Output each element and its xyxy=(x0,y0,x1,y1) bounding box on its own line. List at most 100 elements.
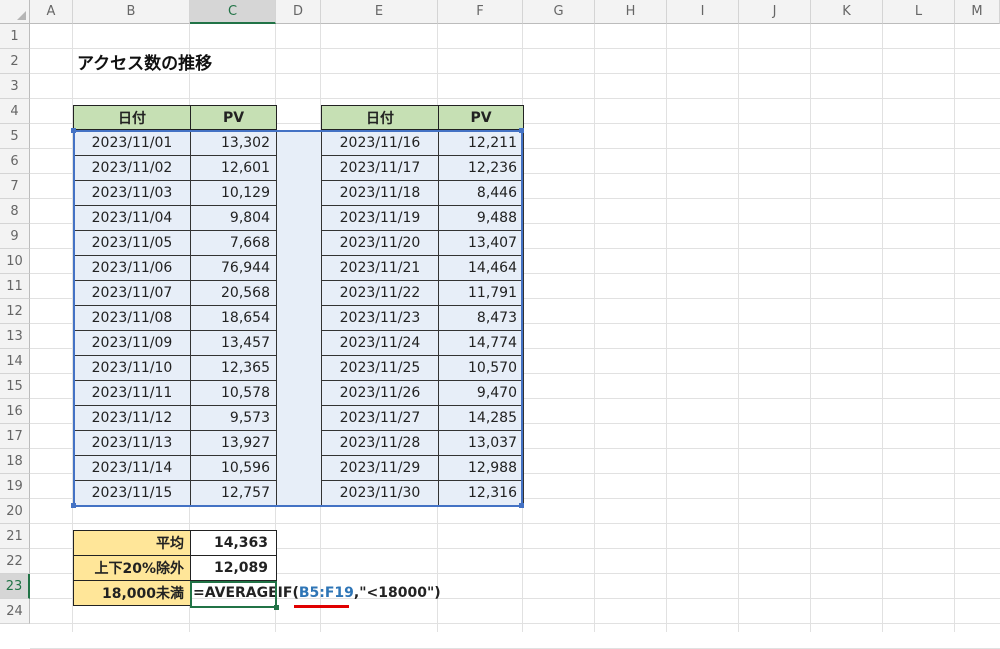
left_table-date-cell[interactable]: 2023/11/13 xyxy=(73,430,191,456)
summary-value[interactable]: 14,363 xyxy=(190,530,277,556)
range-resize-handle[interactable] xyxy=(519,503,524,508)
formula-editor[interactable]: =AVERAGEIF(B5:F19 ,"<18000") xyxy=(190,580,441,606)
summary-label[interactable]: 上下20%除外 xyxy=(73,555,191,581)
right_table-pv-cell[interactable]: 10,570 xyxy=(438,355,524,381)
right_table-date-cell[interactable]: 2023/11/25 xyxy=(321,355,439,381)
column-header-i[interactable]: I xyxy=(667,0,739,24)
summary-label[interactable]: 平均 xyxy=(73,530,191,556)
row-header-19[interactable]: 19 xyxy=(0,474,30,499)
row-header-1[interactable]: 1 xyxy=(0,24,30,49)
range-resize-handle[interactable] xyxy=(71,128,76,133)
row-header-11[interactable]: 11 xyxy=(0,274,30,299)
right_table-pv-cell[interactable]: 11,791 xyxy=(438,280,524,306)
right_table-pv-cell[interactable]: 9,470 xyxy=(438,380,524,406)
select-all-corner[interactable] xyxy=(0,0,30,24)
row-header-12[interactable]: 12 xyxy=(0,299,30,324)
left_table-pv-cell[interactable]: 13,457 xyxy=(190,330,277,356)
range-resize-handle[interactable] xyxy=(71,503,76,508)
right_table-date-cell[interactable]: 2023/11/20 xyxy=(321,230,439,256)
row-header-10[interactable]: 10 xyxy=(0,249,30,274)
left_table-pv-cell[interactable]: 76,944 xyxy=(190,255,277,281)
left_table-date-cell[interactable]: 2023/11/09 xyxy=(73,330,191,356)
left_table-pv-cell[interactable]: 13,302 xyxy=(190,130,277,156)
row-header-4[interactable]: 4 xyxy=(0,99,30,124)
row-header-9[interactable]: 9 xyxy=(0,224,30,249)
column-header-l[interactable]: L xyxy=(883,0,955,24)
column-header-b[interactable]: B xyxy=(73,0,190,24)
row-header-3[interactable]: 3 xyxy=(0,74,30,99)
row-header-17[interactable]: 17 xyxy=(0,424,30,449)
left_table-date-cell[interactable]: 2023/11/11 xyxy=(73,380,191,406)
right-pv-header[interactable]: PV xyxy=(438,105,524,130)
left_table-pv-cell[interactable]: 13,927 xyxy=(190,430,277,456)
right_table-date-cell[interactable]: 2023/11/24 xyxy=(321,330,439,356)
left-date-header[interactable]: 日付 xyxy=(73,105,191,130)
right_table-pv-cell[interactable]: 14,774 xyxy=(438,330,524,356)
left_table-date-cell[interactable]: 2023/11/07 xyxy=(73,280,191,306)
row-header-22[interactable]: 22 xyxy=(0,549,30,574)
left_table-pv-cell[interactable]: 10,578 xyxy=(190,380,277,406)
left_table-date-cell[interactable]: 2023/11/03 xyxy=(73,180,191,206)
column-header-g[interactable]: G xyxy=(523,0,595,24)
left_table-pv-cell[interactable]: 10,129 xyxy=(190,180,277,206)
left_table-date-cell[interactable]: 2023/11/10 xyxy=(73,355,191,381)
row-header-21[interactable]: 21 xyxy=(0,524,30,549)
right_table-pv-cell[interactable]: 12,988 xyxy=(438,455,524,481)
row-header-13[interactable]: 13 xyxy=(0,324,30,349)
right_table-date-cell[interactable]: 2023/11/17 xyxy=(321,155,439,181)
left_table-date-cell[interactable]: 2023/11/08 xyxy=(73,305,191,331)
left_table-pv-cell[interactable]: 9,804 xyxy=(190,205,277,231)
right_table-pv-cell[interactable]: 13,037 xyxy=(438,430,524,456)
right_table-date-cell[interactable]: 2023/11/30 xyxy=(321,480,439,506)
row-header-7[interactable]: 7 xyxy=(0,174,30,199)
right_table-pv-cell[interactable]: 8,446 xyxy=(438,180,524,206)
right_table-date-cell[interactable]: 2023/11/26 xyxy=(321,380,439,406)
row-header-20[interactable]: 20 xyxy=(0,499,30,524)
row-header-23[interactable]: 23 xyxy=(0,574,30,599)
left_table-date-cell[interactable]: 2023/11/05 xyxy=(73,230,191,256)
right_table-pv-cell[interactable]: 13,407 xyxy=(438,230,524,256)
right_table-date-cell[interactable]: 2023/11/28 xyxy=(321,430,439,456)
left-pv-header[interactable]: PV xyxy=(190,105,277,130)
row-header-15[interactable]: 15 xyxy=(0,374,30,399)
left_table-pv-cell[interactable]: 9,573 xyxy=(190,405,277,431)
column-header-f[interactable]: F xyxy=(438,0,523,24)
left_table-date-cell[interactable]: 2023/11/06 xyxy=(73,255,191,281)
left_table-pv-cell[interactable]: 18,654 xyxy=(190,305,277,331)
right_table-date-cell[interactable]: 2023/11/29 xyxy=(321,455,439,481)
row-header-5[interactable]: 5 xyxy=(0,124,30,149)
left_table-date-cell[interactable]: 2023/11/14 xyxy=(73,455,191,481)
row-header-24[interactable]: 24 xyxy=(0,599,30,624)
right_table-pv-cell[interactable]: 9,488 xyxy=(438,205,524,231)
summary-value[interactable]: 12,089 xyxy=(190,555,277,581)
left_table-pv-cell[interactable]: 7,668 xyxy=(190,230,277,256)
left_table-date-cell[interactable]: 2023/11/02 xyxy=(73,155,191,181)
right_table-pv-cell[interactable]: 14,464 xyxy=(438,255,524,281)
left_table-date-cell[interactable]: 2023/11/01 xyxy=(73,130,191,156)
summary-label[interactable]: 18,000未満 xyxy=(73,580,191,606)
right_table-pv-cell[interactable]: 12,236 xyxy=(438,155,524,181)
right_table-pv-cell[interactable]: 12,211 xyxy=(438,130,524,156)
right_table-pv-cell[interactable]: 12,316 xyxy=(438,480,524,506)
left_table-pv-cell[interactable]: 12,601 xyxy=(190,155,277,181)
row-header-2[interactable]: 2 xyxy=(0,49,30,74)
right_table-date-cell[interactable]: 2023/11/27 xyxy=(321,405,439,431)
column-header-h[interactable]: H xyxy=(595,0,667,24)
right_table-date-cell[interactable]: 2023/11/22 xyxy=(321,280,439,306)
row-header-14[interactable]: 14 xyxy=(0,349,30,374)
right_table-date-cell[interactable]: 2023/11/23 xyxy=(321,305,439,331)
left_table-pv-cell[interactable]: 12,757 xyxy=(190,480,277,506)
right_table-date-cell[interactable]: 2023/11/16 xyxy=(321,130,439,156)
column-header-j[interactable]: J xyxy=(739,0,811,24)
right_table-pv-cell[interactable]: 14,285 xyxy=(438,405,524,431)
range-resize-handle[interactable] xyxy=(519,128,524,133)
left_table-pv-cell[interactable]: 12,365 xyxy=(190,355,277,381)
right-date-header[interactable]: 日付 xyxy=(321,105,439,130)
right_table-pv-cell[interactable]: 8,473 xyxy=(438,305,524,331)
left_table-date-cell[interactable]: 2023/11/04 xyxy=(73,205,191,231)
left_table-date-cell[interactable]: 2023/11/15 xyxy=(73,480,191,506)
row-header-16[interactable]: 16 xyxy=(0,399,30,424)
column-header-e[interactable]: E xyxy=(321,0,438,24)
left_table-pv-cell[interactable]: 10,596 xyxy=(190,455,277,481)
row-header-6[interactable]: 6 xyxy=(0,149,30,174)
